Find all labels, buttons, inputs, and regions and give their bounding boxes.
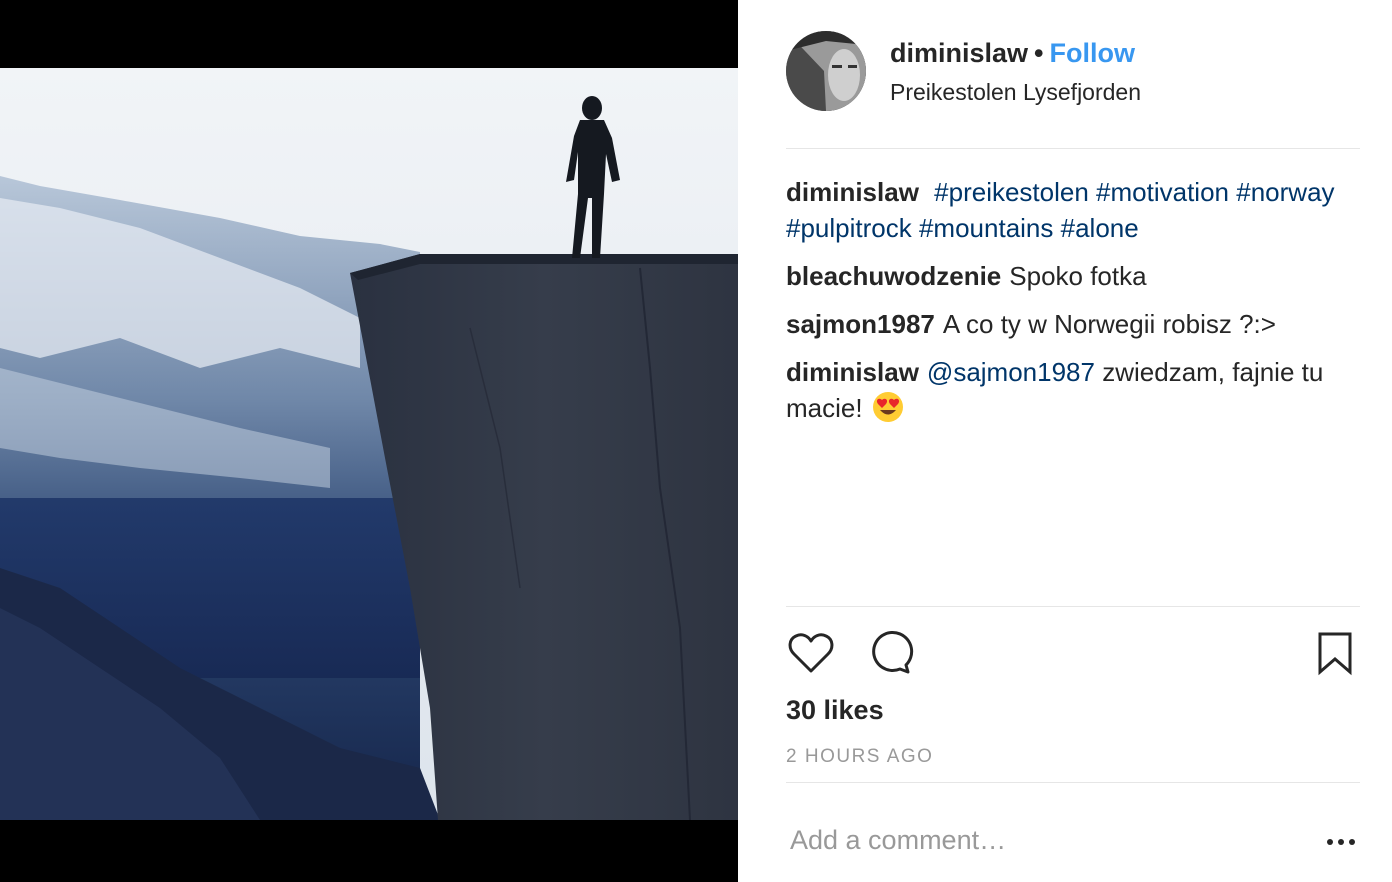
hashtag-link[interactable]: #motivation [1096, 177, 1229, 207]
comments-list: diminislaw #preikestolen #motivation #no… [786, 174, 1360, 438]
comment-username[interactable]: diminislaw [786, 357, 919, 387]
bookmark-icon[interactable] [1310, 628, 1360, 678]
post-header: diminislaw • Follow [890, 36, 1135, 70]
actions-divider [786, 606, 1360, 607]
speech-bubble-icon[interactable] [866, 628, 916, 678]
username-link[interactable]: diminislaw [890, 38, 1028, 68]
hashtag-link[interactable]: #preikestolen [934, 177, 1089, 207]
post-media [0, 0, 738, 882]
heart-icon[interactable] [786, 628, 836, 678]
comment-username[interactable]: sajmon1987 [786, 309, 935, 339]
post-details-panel: diminislaw • Follow Preikestolen Lysefjord… [738, 0, 1392, 882]
post-timestamp: 2 HOURS AGO [786, 746, 934, 767]
add-comment-input[interactable] [790, 818, 1290, 862]
avatar[interactable] [786, 31, 866, 111]
hashtag-link[interactable]: #mountains [919, 213, 1053, 243]
comment: diminislaw @sajmon1987 zwiedzam, fajnie t… [786, 354, 1360, 426]
post-photo[interactable] [0, 68, 738, 820]
hashtag-link[interactable]: #alone [1061, 213, 1139, 243]
caption: diminislaw #preikestolen #motivation #no… [786, 174, 1360, 246]
ellipsis-icon[interactable] [1324, 828, 1358, 852]
follow-button[interactable]: Follow [1050, 38, 1135, 68]
post-actions [786, 628, 1360, 678]
comment-username[interactable]: diminislaw [786, 177, 919, 207]
hashtag-link[interactable]: #pulpitrock [786, 213, 912, 243]
comment-divider [786, 782, 1360, 783]
heart-eyes-emoji-icon [872, 391, 904, 423]
comment: sajmon1987 A co ty w Norwegii robisz ?:> [786, 306, 1360, 342]
comment: bleachuwodzenie Spoko fotka [786, 258, 1360, 294]
comment-text: Spoko fotka [1009, 261, 1147, 291]
header-divider [786, 148, 1360, 149]
comment-username[interactable]: bleachuwodzenie [786, 261, 1001, 291]
separator-dot: • [1034, 38, 1044, 68]
comment-text: A co ty w Norwegii robisz ?:> [942, 309, 1276, 339]
mention-link[interactable]: @sajmon1987 [927, 357, 1095, 387]
location-link[interactable]: Preikestolen Lysefjorden [890, 77, 1141, 107]
likes-count[interactable]: 30 likes [786, 692, 884, 728]
hashtag-link[interactable]: #norway [1236, 177, 1334, 207]
